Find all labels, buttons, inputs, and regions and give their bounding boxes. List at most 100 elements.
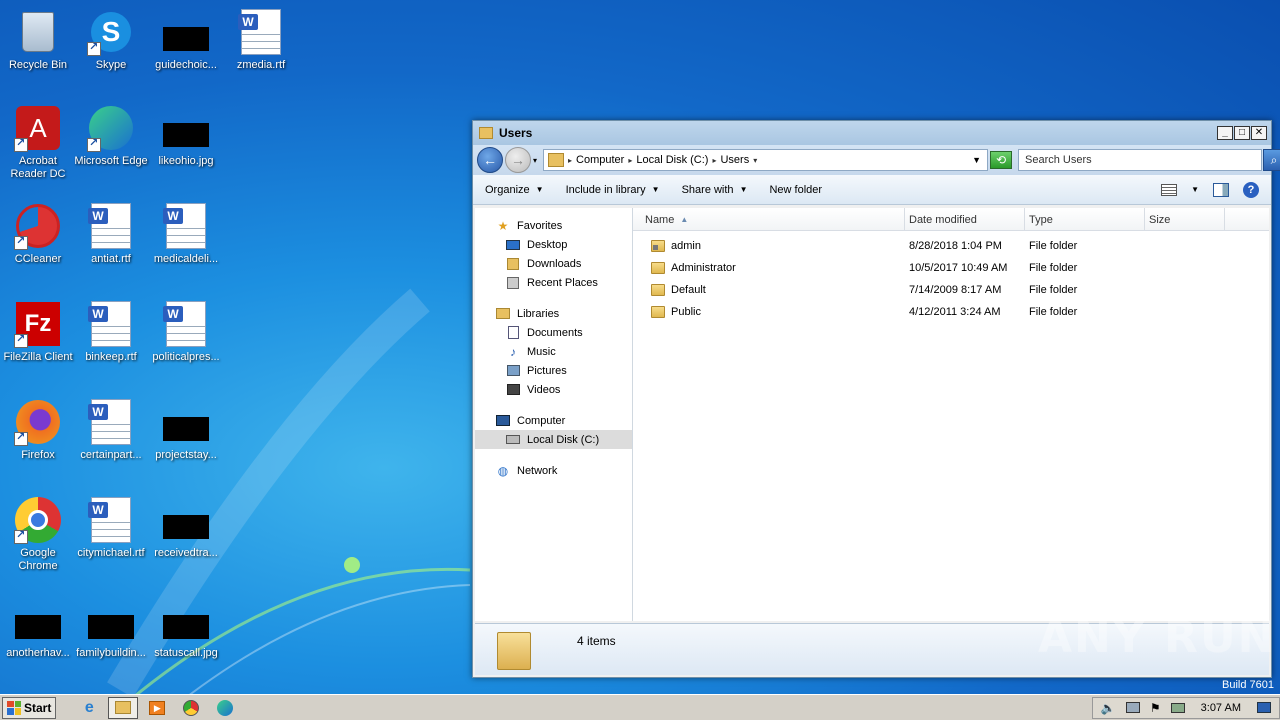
nav-pictures[interactable]: Pictures	[475, 361, 632, 380]
desktop-icon-item[interactable]: S Skype	[73, 8, 149, 72]
desktop-icon-item[interactable]: receivedtra...	[148, 496, 224, 560]
network-icon: ◍	[497, 463, 509, 478]
breadcrumb-local-disk[interactable]: Local Disk (C:)	[636, 154, 708, 166]
black-thumbnail-icon	[162, 496, 210, 544]
column-size[interactable]: Size	[1145, 208, 1225, 231]
clock[interactable]: 3:07 AM	[1201, 702, 1241, 714]
title-bar[interactable]: Users _ □ ✕	[473, 121, 1271, 145]
nav-local-disk[interactable]: Local Disk (C:)	[475, 430, 632, 449]
desktop-icon-label: medicaldeli...	[153, 253, 219, 265]
folder-icon	[497, 632, 531, 670]
desktop-icon-item[interactable]: Firefox	[0, 398, 76, 462]
share-with-button[interactable]: Share with ▼	[682, 184, 748, 196]
include-in-library-button[interactable]: Include in library ▼	[566, 184, 660, 196]
desktop-icon-label: Microsoft Edge	[74, 155, 148, 167]
desktop-icon-item[interactable]: anotherhav...	[0, 596, 76, 660]
word-document-icon: W	[237, 8, 285, 56]
chevron-icon[interactable]: ▸	[568, 156, 572, 165]
command-bar: Organize ▼ Include in library ▼ Share with…	[473, 175, 1271, 205]
nav-videos[interactable]: Videos	[475, 380, 632, 399]
desktop-icon-item[interactable]: Wzmedia.rtf	[223, 8, 299, 72]
column-name[interactable]: Name ▲	[633, 208, 905, 231]
nav-computer[interactable]: Computer	[475, 411, 632, 430]
more-options-icon[interactable]: ▼	[1191, 185, 1199, 194]
column-type[interactable]: Type	[1025, 208, 1145, 231]
desktop-icon-label: guidechoic...	[155, 59, 217, 71]
chevron-icon[interactable]: ▸	[628, 156, 632, 165]
forward-button[interactable]: →	[505, 147, 531, 173]
help-icon[interactable]: ?	[1243, 181, 1259, 198]
breadcrumb-users[interactable]: Users	[720, 154, 749, 166]
firefox-icon	[14, 398, 62, 446]
search-input[interactable]: Search Users ⌕	[1018, 149, 1280, 171]
nav-network[interactable]: ◍ Network	[475, 461, 632, 480]
edge-icon	[87, 104, 135, 152]
desktop-icon-item[interactable]: Wmedicaldeli...	[148, 202, 224, 266]
internet-explorer-icon[interactable]: e	[74, 697, 104, 719]
desktop-icon-item[interactable]: A Acrobat Reader DC	[0, 104, 76, 181]
desktop-icon-item[interactable]: statuscall.jpg	[148, 596, 224, 660]
recent-places-icon	[505, 276, 521, 290]
desktop-icon-label: projectstay...	[155, 449, 217, 461]
volume-icon[interactable]: 🔈	[1101, 701, 1116, 715]
nav-downloads[interactable]: Downloads	[475, 254, 632, 273]
desktop-icon-label: binkeep.rtf	[85, 351, 137, 363]
change-view-icon[interactable]	[1161, 183, 1178, 196]
edge-taskbar-icon[interactable]	[210, 697, 240, 719]
minimize-button[interactable]: _	[1217, 126, 1233, 140]
maximize-button[interactable]: □	[1234, 126, 1250, 140]
desktop-icon-item[interactable]: Wbinkeep.rtf	[73, 300, 149, 364]
network-tray-icon[interactable]	[1125, 702, 1140, 713]
desktop-icon-item[interactable]: familybuildin...	[73, 596, 149, 660]
address-bar[interactable]: ▸ Computer ▸ Local Disk (C:) ▸ Users ▾ ▼	[543, 149, 989, 171]
explorer-taskbar-icon[interactable]	[108, 696, 139, 719]
nav-music[interactable]: ♪ Music	[475, 342, 632, 361]
desktop-icon-item[interactable]: Microsoft Edge	[73, 104, 149, 168]
desktop-icon-item[interactable]: Wcertainpart...	[73, 398, 149, 462]
desktop-icon-item[interactable]: Wcitymichael.rtf	[73, 496, 149, 560]
filezilla-icon: Fz	[14, 300, 62, 348]
table-row[interactable]: Administrator 10/5/2017 10:49 AM File fo…	[633, 257, 1269, 279]
windows-logo-icon	[7, 700, 21, 715]
organize-button[interactable]: Organize ▼	[485, 184, 544, 196]
table-row[interactable]: Default 7/14/2009 8:17 AM File folder	[633, 279, 1269, 301]
desktop-icon-item[interactable]: Fz FileZilla Client	[0, 300, 76, 364]
chevron-icon[interactable]: ▸	[712, 156, 716, 165]
ccleaner-icon	[14, 202, 62, 250]
show-desktop-icon[interactable]	[1257, 702, 1271, 713]
close-button[interactable]: ✕	[1251, 126, 1267, 140]
desktop-icon-item[interactable]: Wantiat.rtf	[73, 202, 149, 266]
new-folder-button[interactable]: New folder	[769, 184, 822, 196]
nav-documents[interactable]: Documents	[475, 323, 632, 342]
documents-icon	[505, 326, 521, 340]
desktop-icon-item[interactable]: Recycle Bin	[0, 8, 76, 72]
nav-recent-places[interactable]: Recent Places	[475, 273, 632, 292]
desktop-icon-label: familybuildin...	[76, 647, 146, 659]
desktop-icon-item[interactable]: projectstay...	[148, 398, 224, 462]
chrome-taskbar-icon[interactable]	[176, 697, 206, 719]
folder-icon	[651, 284, 665, 296]
desktop-icon-item[interactable]: CCleaner	[0, 202, 76, 266]
nav-desktop[interactable]: Desktop	[475, 235, 632, 254]
power-icon[interactable]	[1170, 702, 1185, 713]
preview-pane-icon[interactable]	[1213, 182, 1229, 197]
action-center-flag-icon[interactable]: ⚑	[1150, 701, 1161, 715]
breadcrumb-computer[interactable]: Computer	[576, 154, 624, 166]
address-dropdown-icon[interactable]: ▼	[972, 155, 981, 165]
table-row[interactable]: admin 8/28/2018 1:04 PM File folder	[633, 235, 1269, 257]
desktop-icon-item[interactable]: guidechoic...	[148, 8, 224, 72]
desktop-icon-item[interactable]: likeohio.jpg	[148, 104, 224, 168]
recent-pages-dropdown-icon[interactable]: ▾	[533, 156, 537, 165]
nav-favorites[interactable]: ★ Favorites	[475, 216, 632, 235]
back-button[interactable]: ←	[477, 147, 503, 173]
chevron-icon[interactable]: ▾	[753, 156, 757, 165]
search-icon[interactable]: ⌕	[1263, 149, 1280, 171]
media-player-icon[interactable]: ▶	[142, 697, 172, 719]
table-row[interactable]: Public 4/12/2011 3:24 AM File folder	[633, 301, 1269, 323]
nav-libraries[interactable]: Libraries	[475, 304, 632, 323]
desktop-icon-item[interactable]: Google Chrome	[0, 496, 76, 573]
refresh-button[interactable]: ⟲	[990, 151, 1013, 169]
start-button[interactable]: Start	[2, 696, 57, 719]
column-date-modified[interactable]: Date modified	[905, 208, 1025, 231]
desktop-icon-item[interactable]: Wpoliticalpres...	[148, 300, 224, 364]
